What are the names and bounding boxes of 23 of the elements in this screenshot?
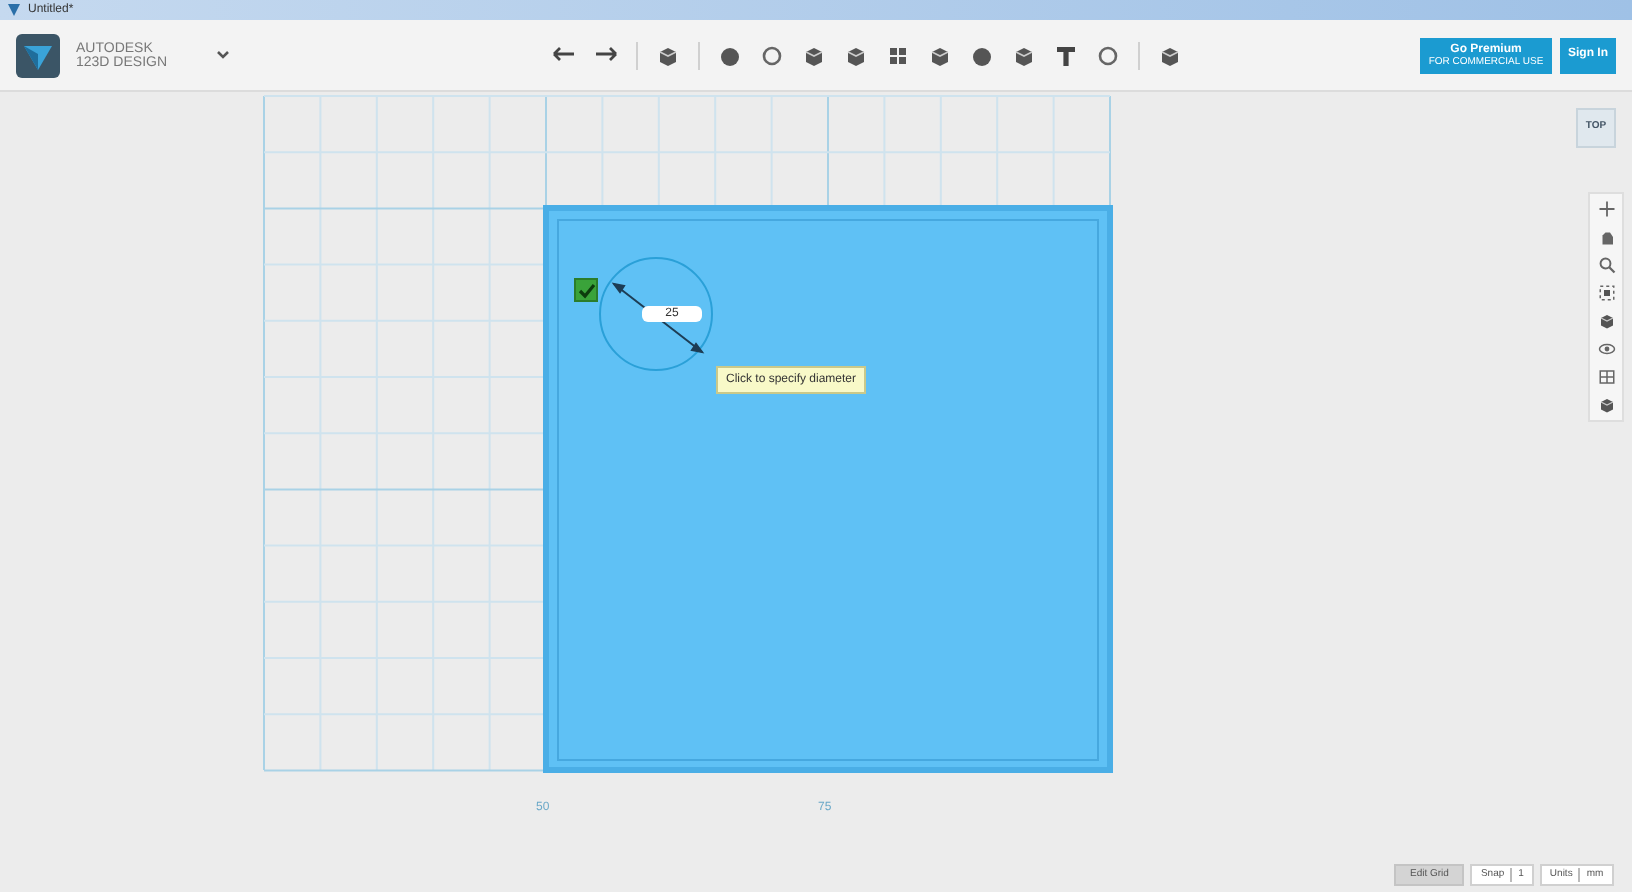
eye-icon[interactable] xyxy=(1597,340,1615,358)
cube-icon[interactable] xyxy=(1597,396,1615,414)
cube-icon[interactable] xyxy=(928,43,952,67)
chevron-down-icon[interactable] xyxy=(215,50,230,60)
outline-shape-icon[interactable] xyxy=(760,43,784,67)
search-icon[interactable] xyxy=(1597,256,1615,274)
sketch-circle[interactable] xyxy=(599,257,713,371)
grid-view-icon[interactable] xyxy=(1597,368,1615,386)
cube-icon[interactable] xyxy=(1597,312,1615,330)
confirm-checkbox[interactable] xyxy=(574,278,598,302)
cube-icon[interactable] xyxy=(844,43,868,67)
fit-view-icon[interactable] xyxy=(1597,284,1615,302)
app-icon xyxy=(8,4,20,16)
sphere-icon[interactable] xyxy=(718,43,742,67)
cube-icon[interactable] xyxy=(1158,43,1182,67)
outline-shape-icon[interactable] xyxy=(1096,43,1120,67)
logo-icon xyxy=(16,33,60,77)
cube-icon[interactable] xyxy=(1012,43,1036,67)
cube-icon[interactable] xyxy=(802,43,826,67)
text-icon[interactable] xyxy=(1054,43,1078,67)
cube-icon[interactable] xyxy=(656,43,680,67)
squares-icon[interactable] xyxy=(886,43,910,67)
sphere-icon[interactable] xyxy=(970,43,994,67)
